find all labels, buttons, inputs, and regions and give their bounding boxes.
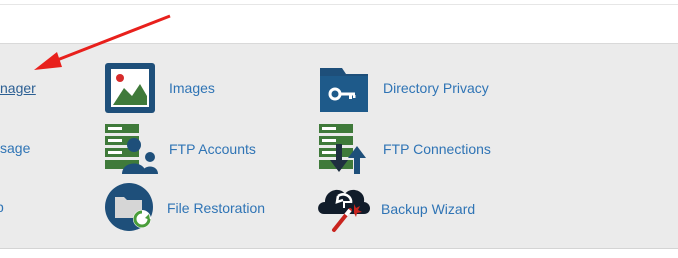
red-arrow-annotation bbox=[34, 14, 171, 70]
